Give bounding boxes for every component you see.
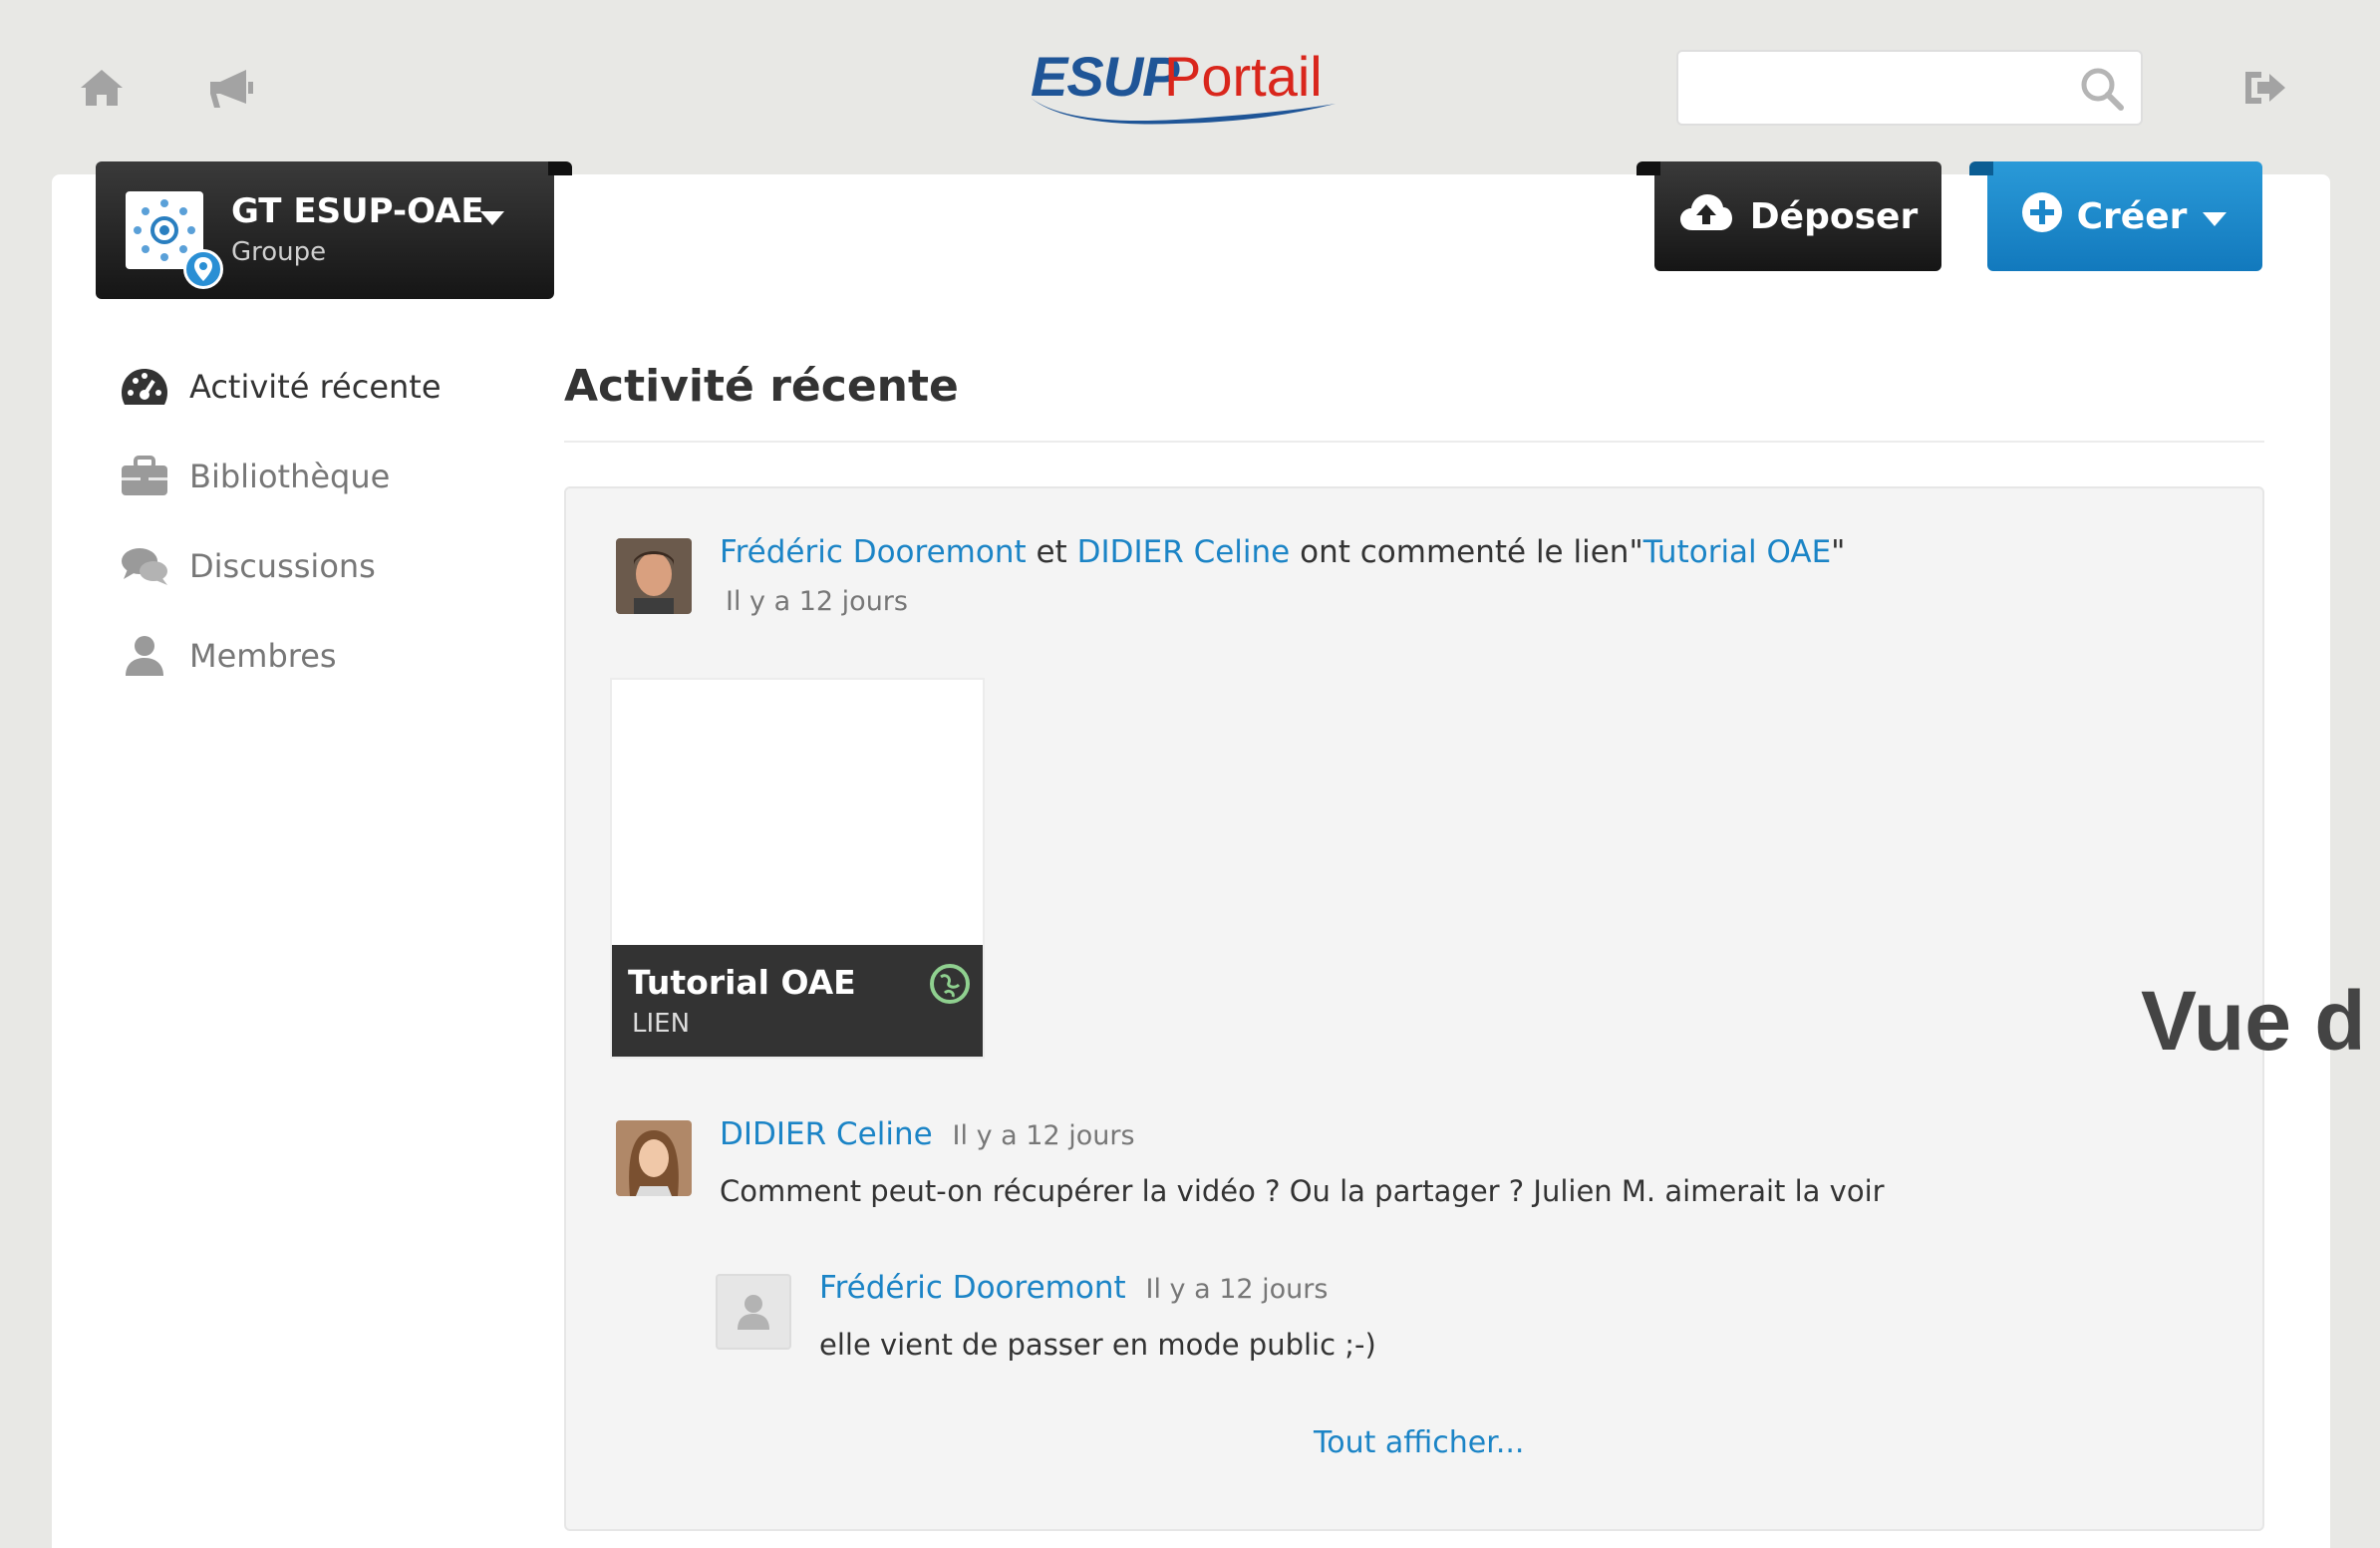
- avatar[interactable]: [616, 1120, 692, 1196]
- group-type: Groupe: [231, 237, 327, 267]
- chevron-down-icon: [2201, 196, 2229, 237]
- esup-portail-logo[interactable]: ESUP Portail: [1027, 40, 1355, 130]
- search-icon[interactable]: [2079, 66, 2125, 116]
- divider: [564, 441, 2264, 443]
- activity-verb: ont commenté le lien: [1300, 534, 1630, 570]
- tile-footer: Tutorial OAE LIEN: [612, 945, 983, 1057]
- comment-timestamp: Il y a 12 jours: [1145, 1274, 1329, 1305]
- actor-link[interactable]: Frédéric Dooremont: [720, 534, 1027, 570]
- sidebar-item-library[interactable]: Bibliothèque: [120, 447, 390, 506]
- create-label: Créer: [2076, 195, 2188, 237]
- plus-circle-icon: [2021, 191, 2063, 242]
- chevron-down-icon[interactable]: [478, 209, 506, 231]
- upload-button[interactable]: Déposer: [1636, 161, 1941, 271]
- sidebar-item-label: Activité récente: [189, 368, 442, 406]
- sidebar-item-recent-activity[interactable]: Activité récente: [120, 357, 442, 417]
- button-fold: [1969, 161, 1993, 175]
- group-name: GT ESUP-OAE: [231, 191, 484, 231]
- megaphone-icon[interactable]: [205, 62, 257, 114]
- user-icon: [120, 631, 169, 681]
- dashboard-icon: [120, 362, 169, 412]
- card-fold: [548, 161, 572, 175]
- cloud-upload-icon: [1678, 192, 1734, 241]
- create-button[interactable]: Créer: [1969, 161, 2262, 271]
- overlay-caption: Vue d: [2141, 974, 2366, 1068]
- top-bar: ESUP Portail: [0, 0, 2380, 169]
- sidebar-item-label: Membres: [189, 637, 337, 675]
- comment-text: elle vient de passer en mode public ;-): [819, 1328, 1376, 1362]
- actor-link[interactable]: DIDIER Celine: [1077, 534, 1291, 570]
- comment-text: Comment peut-on récupérer la vidéo ? Ou …: [720, 1174, 1885, 1208]
- activity-timestamp: Il y a 12 jours: [726, 586, 908, 617]
- comment-header: DIDIER Celine Il y a 12 jours: [720, 1116, 1135, 1152]
- activity-summary: Frédéric Dooremont et DIDIER Celine ont …: [720, 534, 1845, 570]
- comment-timestamp: Il y a 12 jours: [952, 1120, 1135, 1151]
- logo-swoosh: [1031, 98, 1336, 125]
- upload-label: Déposer: [1749, 195, 1919, 237]
- search-input[interactable]: [1688, 62, 2067, 114]
- user-icon: [738, 1295, 769, 1330]
- briefcase-icon: [120, 452, 169, 501]
- show-all-link[interactable]: Tout afficher...: [1314, 1425, 1524, 1460]
- comment-author-link[interactable]: DIDIER Celine: [720, 1116, 933, 1152]
- group-card[interactable]: GT ESUP-OAE Groupe: [96, 161, 572, 299]
- sidebar-item-label: Discussions: [189, 547, 376, 585]
- avatar[interactable]: [616, 538, 692, 614]
- comments-icon: [120, 541, 169, 591]
- sign-out-icon[interactable]: [2238, 62, 2290, 114]
- tile-type: LIEN: [632, 1009, 691, 1039]
- map-pin-icon: [183, 249, 223, 289]
- page-title: Activité récente: [564, 361, 959, 412]
- sidebar-item-label: Bibliothèque: [189, 458, 391, 495]
- sidebar-item-discussions[interactable]: Discussions: [120, 536, 376, 596]
- search-box[interactable]: [1676, 50, 2143, 126]
- content-tile[interactable]: Tutorial OAE LIEN: [610, 678, 985, 1059]
- comment-author-link[interactable]: Frédéric Dooremont: [819, 1270, 1126, 1306]
- default-avatar[interactable]: [716, 1274, 791, 1350]
- quote-mark: ": [1831, 534, 1846, 570]
- home-icon[interactable]: [76, 62, 128, 114]
- comment-header: Frédéric Dooremont Il y a 12 jours: [819, 1270, 1328, 1306]
- quote-mark: ": [1629, 534, 1643, 570]
- button-fold: [1636, 161, 1660, 175]
- sidebar-item-members[interactable]: Membres: [120, 626, 337, 686]
- public-globe-icon: [929, 963, 971, 1009]
- tile-title: Tutorial OAE: [628, 963, 856, 1002]
- object-link[interactable]: Tutorial OAE: [1643, 534, 1831, 570]
- conjunction-text: et: [1036, 534, 1067, 570]
